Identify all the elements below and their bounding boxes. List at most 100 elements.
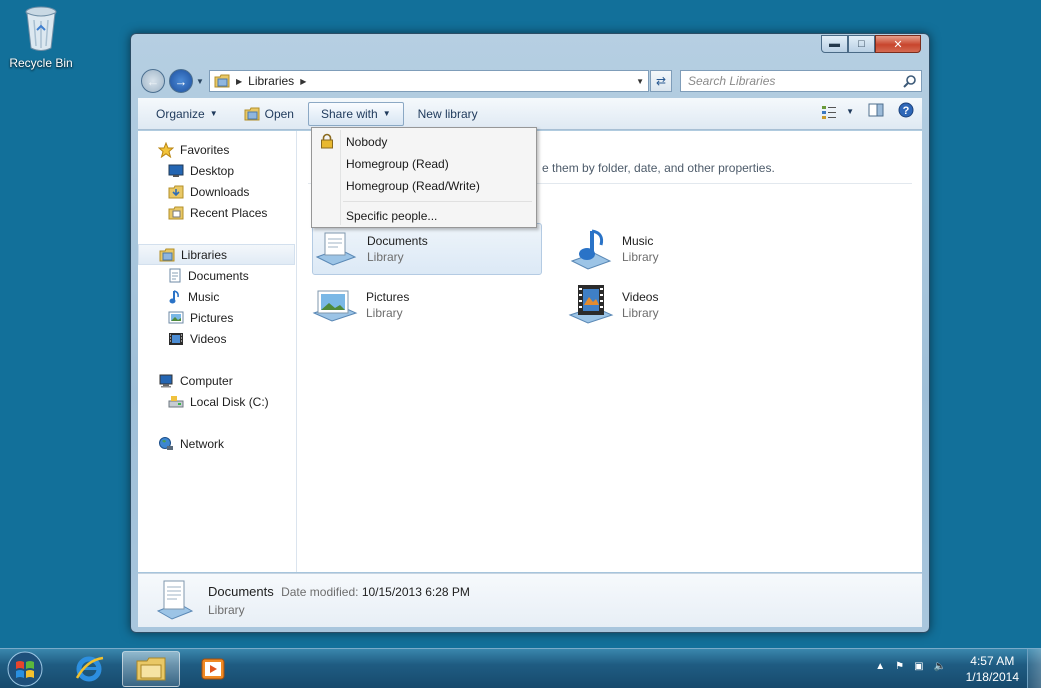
media-player-icon — [201, 658, 225, 680]
nav-downloads-label: Downloads — [190, 184, 250, 199]
help-icon: ? — [898, 102, 914, 118]
explorer-window: ▬ □ ✕ ← → ▼ ▶ Libraries ▶ ▼ ⇄ Search Lib… — [130, 33, 930, 633]
nav-favorites[interactable]: Favorites — [138, 139, 296, 160]
taskbar-internet-explorer[interactable] — [60, 651, 118, 687]
share-with-label: Share with — [320, 106, 378, 121]
menu-item-nobody[interactable]: Nobody — [314, 131, 534, 152]
nav-network[interactable]: Network — [138, 433, 296, 454]
address-dropdown-icon[interactable]: ▼ — [636, 77, 644, 86]
preview-pane-icon — [868, 103, 884, 117]
details-name: Documents — [208, 583, 274, 599]
nav-pictures[interactable]: Pictures — [138, 307, 296, 328]
explorer-folder-icon — [136, 657, 166, 681]
details-date-value: 10/15/2013 6:28 PM — [361, 584, 470, 599]
nav-music-label: Music — [188, 289, 220, 304]
search-placeholder: Search Libraries — [688, 74, 776, 88]
clock-date: 1/18/2014 — [965, 670, 1019, 684]
documents-library-large-icon — [156, 580, 194, 620]
preview-pane-button[interactable] — [868, 103, 884, 120]
pictures-library-icon — [312, 290, 358, 322]
new-library-button[interactable]: New library — [406, 102, 490, 126]
library-tile-text: Videos Library — [622, 289, 659, 321]
libraries-hint-text: e them by folder, date, and other proper… — [542, 161, 775, 175]
search-icon[interactable] — [903, 74, 917, 88]
network-status-icon[interactable]: ▣ — [914, 661, 923, 672]
close-button[interactable]: ✕ — [875, 35, 921, 53]
menu-item-homegroup-read-write[interactable]: Homegroup (Read/Write) — [314, 175, 534, 196]
volume-icon[interactable]: 🔈 — [934, 661, 946, 672]
taskbar-media-player[interactable] — [184, 651, 242, 687]
downloads-folder-icon — [168, 185, 184, 198]
desktop-icon — [168, 164, 184, 177]
recent-pages-dropdown[interactable]: ▼ — [196, 77, 204, 86]
computer-icon — [159, 374, 173, 387]
breadcrumb-separator-icon[interactable]: ▶ — [300, 77, 306, 86]
menu-separator — [343, 201, 532, 202]
organize-label: Organize — [156, 106, 205, 121]
show-desktop-button[interactable] — [1027, 649, 1041, 688]
forward-button[interactable]: → — [169, 69, 193, 93]
nav-libraries[interactable]: Libraries — [138, 244, 295, 265]
refresh-button[interactable]: ⇄ — [650, 70, 672, 92]
library-name: Documents — [367, 234, 428, 248]
videos-library-icon — [568, 285, 614, 324]
library-tile-text: Music Library — [622, 233, 659, 265]
minimize-button[interactable]: ▬ — [821, 35, 848, 53]
share-with-button[interactable]: Share with ▼ — [307, 101, 404, 126]
nav-pictures-label: Pictures — [190, 310, 234, 325]
network-globe-icon — [159, 436, 173, 450]
clock-time: 4:57 AM — [970, 654, 1015, 668]
menu-item-label: Homegroup (Read/Write) — [346, 178, 480, 193]
taskbar-windows-explorer[interactable] — [122, 651, 180, 687]
nav-music[interactable]: Music — [138, 286, 296, 307]
internet-explorer-icon — [75, 656, 104, 682]
nav-videos-label: Videos — [190, 331, 227, 346]
breadcrumb-separator-icon[interactable]: ▶ — [236, 77, 242, 86]
maximize-button[interactable]: □ — [848, 35, 875, 53]
caption-buttons: ▬ □ ✕ — [821, 35, 921, 53]
share-with-menu: Nobody Homegroup (Read) Homegroup (Read/… — [311, 127, 537, 228]
organize-button[interactable]: Organize ▼ — [144, 102, 230, 126]
library-tile-text: Pictures Library — [366, 289, 409, 321]
documents-library-icon — [315, 232, 357, 266]
menu-item-homegroup-read[interactable]: Homegroup (Read) — [314, 153, 534, 174]
action-center-flag-icon[interactable]: ⚑ — [895, 661, 904, 672]
documents-icon — [169, 268, 181, 282]
music-library-icon — [570, 229, 612, 270]
change-view-button[interactable]: ▼ — [821, 105, 854, 119]
pictures-icon — [168, 311, 184, 323]
view-details-icon — [822, 105, 837, 119]
nav-downloads[interactable]: Downloads — [138, 181, 296, 202]
nav-computer-label: Computer — [180, 373, 233, 388]
clock[interactable]: 4:57 AM 1/18/2014 — [966, 653, 1019, 685]
navigation-pane: Favorites Desktop Downloads Recent Place… — [138, 131, 297, 572]
nav-desktop[interactable]: Desktop — [138, 160, 296, 181]
nav-documents[interactable]: Documents — [138, 265, 296, 286]
library-name: Pictures — [366, 290, 410, 304]
nav-local-disk[interactable]: Local Disk (C:) — [138, 391, 296, 412]
nav-computer[interactable]: Computer — [138, 370, 296, 391]
open-button[interactable]: Open — [232, 102, 306, 126]
breadcrumb-libraries[interactable]: Libraries — [248, 74, 294, 88]
nav-videos[interactable]: Videos — [138, 328, 296, 349]
library-type: Library — [622, 250, 659, 264]
nav-recent-places[interactable]: Recent Places — [138, 202, 296, 223]
recycle-bin-icon — [25, 6, 57, 51]
menu-item-label: Nobody — [346, 134, 388, 149]
help-button[interactable]: ? — [898, 102, 914, 121]
library-tile-music[interactable]: Music Library — [568, 223, 798, 275]
search-box[interactable]: Search Libraries — [680, 70, 922, 92]
menu-item-specific-people[interactable]: Specific people... — [314, 205, 534, 226]
library-tile-videos[interactable]: Videos Library — [568, 279, 798, 331]
start-button[interactable] — [5, 651, 45, 687]
library-tile-documents[interactable]: Documents Library — [312, 223, 542, 275]
taskbar: ▲ ⚑ ▣ 🔈 4:57 AM 1/18/2014 — [0, 648, 1041, 688]
library-tile-pictures[interactable]: Pictures Library — [312, 279, 542, 331]
address-bar[interactable]: ▶ Libraries ▶ ▼ — [209, 70, 649, 92]
details-type: Library — [208, 602, 245, 617]
recycle-bin-shortcut[interactable]: Recycle Bin — [6, 6, 76, 70]
back-button[interactable]: ← — [141, 69, 165, 93]
show-hidden-icons-icon[interactable]: ▲ — [875, 661, 885, 672]
view-options-dropdown-icon[interactable]: ▼ — [846, 107, 854, 116]
menu-item-label: Homegroup (Read) — [346, 156, 449, 171]
